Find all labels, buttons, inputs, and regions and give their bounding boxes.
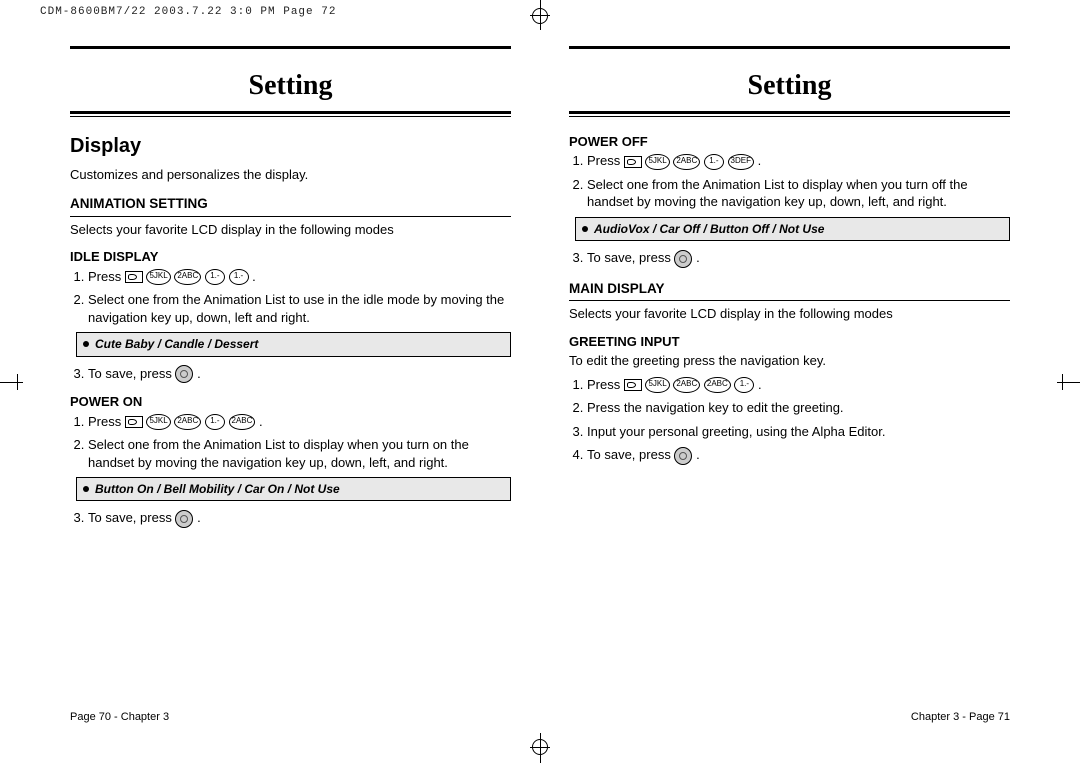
- idle-step3: To save, press .: [88, 365, 511, 384]
- key-1: 1.-: [229, 269, 249, 285]
- greeting-steps: Press 5JKL 2ABC 2ABC 1.- . Press the nav…: [569, 376, 1010, 465]
- idle-step1: Press 5JKL 2ABC 1.- 1.- .: [88, 268, 511, 286]
- press-label: Press: [88, 269, 121, 284]
- heading-greeting-input: GREETING INPUT: [569, 333, 1010, 351]
- ok-icon: [175, 365, 193, 383]
- key-5: 5JKL: [645, 377, 669, 393]
- poweroff-options: AudioVox / Car Off / Button Off / Not Us…: [594, 221, 824, 237]
- heading-power-off: POWER OFF: [569, 133, 1010, 151]
- key-1: 1.-: [704, 154, 724, 170]
- menu-icon: [125, 416, 143, 428]
- idle-options-box: Cute Baby / Candle / Dessert: [76, 332, 511, 356]
- greeting-step2: Press the navigation key to edit the gre…: [587, 399, 1010, 417]
- page-footer-left: Page 70 - Chapter 3: [70, 710, 169, 725]
- key-1: 1.-: [734, 377, 754, 393]
- power-off-steps: Press 5JKL 2ABC 1.- 3DEF . Select one fr…: [569, 152, 1010, 211]
- key-2: 2ABC: [673, 154, 700, 170]
- key-1: 1.-: [205, 414, 225, 430]
- poweron-step2: Select one from the Animation List to di…: [88, 436, 511, 471]
- crop-mark-left: [0, 362, 35, 402]
- poweron-step3: To save, press .: [88, 509, 511, 528]
- menu-icon: [624, 156, 642, 168]
- bullet-icon: [83, 486, 89, 492]
- menu-icon: [125, 271, 143, 283]
- idle-display-steps-cont: To save, press .: [70, 365, 511, 384]
- bullet-icon: [582, 226, 588, 232]
- idle-options: Cute Baby / Candle / Dessert: [95, 336, 258, 352]
- ok-icon: [674, 447, 692, 465]
- poweroff-step1: Press 5JKL 2ABC 1.- 3DEF .: [587, 152, 1010, 170]
- registration-mark-top: [520, 0, 560, 40]
- idle-step2: Select one from the Animation List to us…: [88, 291, 511, 326]
- poweroff-options-box: AudioVox / Car Off / Button Off / Not Us…: [575, 217, 1010, 241]
- key-2: 2ABC: [229, 414, 256, 430]
- key-5: 5JKL: [146, 414, 170, 430]
- key-2: 2ABC: [174, 269, 201, 285]
- page-right: Setting POWER OFF Press 5JKL 2ABC 1.- 3D…: [569, 46, 1010, 673]
- ok-icon: [175, 510, 193, 528]
- main-display-text: Selects your favorite LCD display in the…: [569, 305, 1010, 323]
- save-label: To save, press: [587, 447, 671, 462]
- press-label: Press: [587, 153, 620, 168]
- save-label: To save, press: [88, 366, 172, 381]
- animation-setting-text: Selects your favorite LCD display in the…: [70, 221, 511, 239]
- power-on-steps: Press 5JKL 2ABC 1.- 2ABC . Select one fr…: [70, 413, 511, 472]
- key-5: 5JKL: [645, 154, 669, 170]
- power-on-steps-cont: To save, press .: [70, 509, 511, 528]
- key-2: 2ABC: [704, 377, 731, 393]
- heading-power-on: POWER ON: [70, 393, 511, 411]
- heading-animation-setting: ANIMATION SETTING: [70, 195, 511, 216]
- print-header: CDM-8600BM7/22 2003.7.22 3:0 PM Page 72: [40, 6, 336, 18]
- chapter-title-right: Setting: [569, 67, 1010, 105]
- poweron-step1: Press 5JKL 2ABC 1.- 2ABC .: [88, 413, 511, 431]
- section-display: Display: [70, 133, 511, 160]
- heading-idle-display: IDLE DISPLAY: [70, 248, 511, 266]
- press-label: Press: [587, 377, 620, 392]
- crop-mark-right: [1045, 362, 1080, 402]
- poweroff-step3: To save, press .: [587, 249, 1010, 268]
- key-5: 5JKL: [146, 269, 170, 285]
- key-2: 2ABC: [174, 414, 201, 430]
- save-label: To save, press: [88, 510, 172, 525]
- greeting-intro: To edit the greeting press the navigatio…: [569, 352, 1010, 370]
- poweron-options: Button On / Bell Mobility / Car On / Not…: [95, 481, 340, 497]
- registration-mark-bottom: [520, 723, 560, 763]
- power-off-steps-cont: To save, press .: [569, 249, 1010, 268]
- page-left: Setting Display Customizes and personali…: [70, 46, 511, 673]
- greeting-step3: Input your personal greeting, using the …: [587, 423, 1010, 441]
- display-intro: Customizes and personalizes the display.: [70, 166, 511, 184]
- menu-icon: [624, 379, 642, 391]
- idle-display-steps: Press 5JKL 2ABC 1.- 1.- . Select one fro…: [70, 268, 511, 327]
- poweron-options-box: Button On / Bell Mobility / Car On / Not…: [76, 477, 511, 501]
- greeting-step4: To save, press .: [587, 446, 1010, 465]
- key-1: 1.-: [205, 269, 225, 285]
- greeting-step1: Press 5JKL 2ABC 2ABC 1.- .: [587, 376, 1010, 394]
- page-footer-right: Chapter 3 - Page 71: [911, 710, 1010, 725]
- chapter-title-left: Setting: [70, 67, 511, 105]
- key-3: 3DEF: [728, 154, 754, 170]
- poweroff-step2: Select one from the Animation List to di…: [587, 176, 1010, 211]
- save-label: To save, press: [587, 250, 671, 265]
- bullet-icon: [83, 341, 89, 347]
- ok-icon: [674, 250, 692, 268]
- press-label: Press: [88, 414, 121, 429]
- key-2: 2ABC: [673, 377, 700, 393]
- heading-main-display: MAIN DISPLAY: [569, 280, 1010, 301]
